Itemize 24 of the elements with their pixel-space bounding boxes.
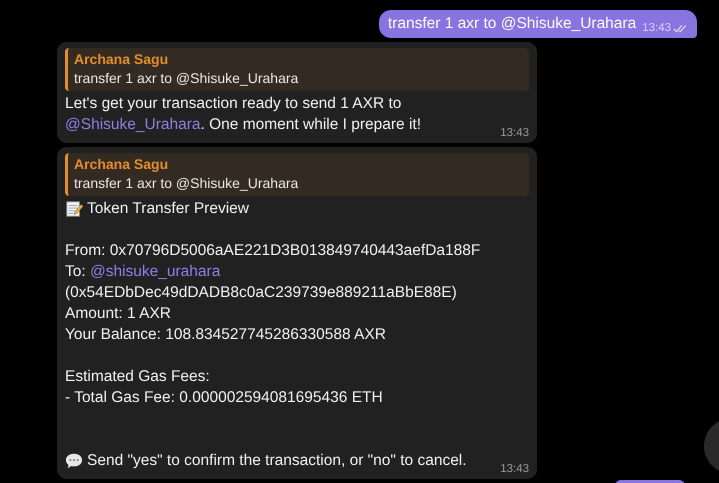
speech-bubble-icon	[65, 452, 83, 470]
quote-author: Archana Sagu	[74, 155, 170, 174]
message-text: Amount: 1 AXR	[65, 304, 171, 324]
memo-icon	[65, 200, 83, 218]
mention-link[interactable]: @Shisuke_Urahara	[65, 116, 200, 133]
message-text: To: @shisuke_urahara	[65, 262, 220, 282]
message-text: Your Balance: 108.834527745286330588 AXR	[65, 325, 386, 345]
quote-author: Archana Sagu	[74, 50, 170, 69]
quote-text: transfer 1 axr to @Shisuke_Urahara	[74, 69, 300, 88]
reply-quote[interactable]: Archana Sagu transfer 1 axr to @Shisuke_Urahara	[65, 153, 529, 196]
message-time: 13:43	[500, 127, 529, 139]
message-text: Let's get your transaction ready to send 1 AXR to @Shisuke_Urahara. One moment while I prepare it!	[65, 94, 422, 135]
message-time: 13:43	[642, 22, 671, 34]
mention-link[interactable]: @shisuke_urahara	[90, 263, 220, 280]
reply-quote[interactable]: Archana Sagu transfer 1 axr to @Shisuke_Urahara	[65, 48, 529, 91]
message-time: 13:43	[500, 463, 529, 475]
message-text: From: 0x70796D5006aAE221D3B013849740443aefDa188F	[65, 241, 480, 261]
message-text: Estimated Gas Fees:	[65, 367, 210, 387]
message-text: Token Transfer Preview	[87, 199, 249, 219]
quote-text: transfer 1 axr to @Shisuke_Urahara	[74, 174, 300, 193]
message-text: (0x54EDbDec49dDADB8c0aC239739e889211aBbE88E)	[65, 283, 457, 303]
message-text: - Total Gas Fee: 0.000002594081695436 ETH	[65, 388, 383, 408]
message-text: transfer 1 axr to @Shisuke_Urahara	[388, 14, 636, 34]
message-text: Send "yes" to confirm the transaction, or "no" to cancel.	[87, 451, 467, 471]
